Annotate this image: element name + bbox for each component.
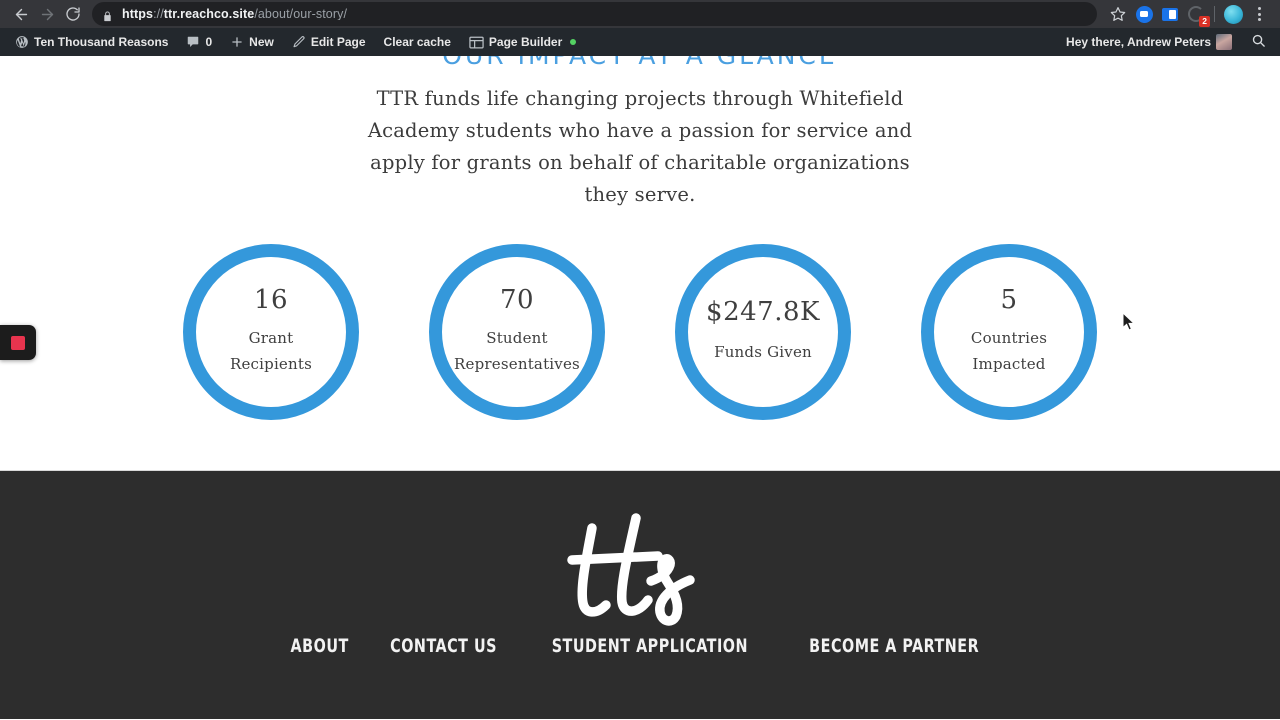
footer-link-about[interactable]: ABOUT <box>290 635 348 657</box>
page-builder-icon <box>469 36 484 49</box>
comment-bubble-icon <box>186 35 200 49</box>
stat-label: Funds Given <box>714 343 812 361</box>
profile-avatar-icon[interactable] <box>1220 1 1246 27</box>
wordpress-logo-icon <box>15 35 29 49</box>
stat-value: 70 <box>499 285 535 315</box>
admin-bar-clear-cache-label: Clear cache <box>383 35 451 49</box>
star-icon[interactable] <box>1105 1 1131 27</box>
url-text: https://ttr.reachco.site/about/our-story… <box>122 8 347 21</box>
stat-circle-countries-impacted: 5 Countries Impacted <box>921 244 1097 420</box>
address-bar[interactable]: https://ttr.reachco.site/about/our-story… <box>92 2 1097 26</box>
stat-value: 16 <box>253 285 289 315</box>
stat-circle-student-representatives: 70 Student Representatives <box>429 244 605 420</box>
stat-value: 5 <box>1000 285 1018 315</box>
video-extension-icon[interactable] <box>1131 1 1157 27</box>
page-section-heading: OUR IMPACT AT A GLANCE <box>0 56 1280 69</box>
forward-arrow-icon[interactable] <box>34 1 60 27</box>
search-icon <box>1251 33 1266 51</box>
admin-bar-page-builder-label: Page Builder <box>488 35 563 49</box>
lock-icon <box>102 9 113 21</box>
toolbar-divider <box>1214 6 1215 22</box>
url-host: ttr.reachco.site <box>163 7 255 21</box>
reload-icon[interactable] <box>60 1 86 27</box>
site-footer: ABOUT CONTACT US STUDENT APPLICATION BEC… <box>0 470 1280 719</box>
plus-icon <box>230 35 244 49</box>
notification-extension-icon[interactable]: 2 <box>1183 1 1210 27</box>
page-builder-status-dot <box>570 39 577 45</box>
admin-bar-search[interactable] <box>1241 33 1272 51</box>
url-path: /about/our-story/ <box>254 7 348 21</box>
admin-bar-comments-count: 0 <box>205 35 213 49</box>
kebab-menu-icon[interactable] <box>1246 1 1272 27</box>
page-content: OUR IMPACT AT A GLANCE TTR funds life ch… <box>0 56 1280 470</box>
admin-bar-site-name: Ten Thousand Reasons <box>34 35 169 49</box>
back-arrow-icon[interactable] <box>8 1 34 27</box>
admin-bar-edit-page[interactable]: Edit Page <box>283 28 375 56</box>
admin-bar-comments[interactable]: 0 <box>177 28 221 56</box>
url-scheme: https <box>122 7 154 21</box>
admin-bar-greeting: Hey there, Andrew Peters <box>1066 35 1211 49</box>
stat-label: Student Representatives <box>454 329 580 373</box>
page-intro-text: TTR funds life changing projects through… <box>367 87 913 206</box>
admin-bar-new[interactable]: New <box>221 28 283 56</box>
wp-admin-bar: Ten Thousand Reasons 0 New Edit Page Cle… <box>0 28 1280 56</box>
ttr-script-logo[interactable] <box>550 504 730 629</box>
stat-circle-funds-given: $247.8K Funds Given <box>675 244 851 420</box>
footer-link-student-application[interactable]: STUDENT APPLICATION <box>552 635 748 657</box>
admin-bar-new-label: New <box>249 35 274 49</box>
admin-bar-clear-cache[interactable]: Clear cache <box>375 28 460 56</box>
bookmark-extension-icon[interactable] <box>1157 1 1183 27</box>
stat-label: Countries Impacted <box>970 329 1048 373</box>
stat-circle-grant-recipients: 16 Grant Recipients <box>183 244 359 420</box>
url-separator: :// <box>153 7 164 21</box>
browser-toolbar: https://ttr.reachco.site/about/our-story… <box>0 0 1280 28</box>
footer-link-contact-us[interactable]: CONTACT US <box>390 635 497 657</box>
admin-bar-my-account[interactable]: Hey there, Andrew Peters <box>1057 28 1241 56</box>
admin-bar-edit-label: Edit Page <box>310 35 366 49</box>
extension-badge-count: 2 <box>1199 15 1210 27</box>
footer-navigation: ABOUT CONTACT US STUDENT APPLICATION BEC… <box>285 635 996 657</box>
admin-bar-page-builder[interactable]: Page Builder <box>460 28 585 56</box>
footer-link-become-a-partner[interactable]: BECOME A PARTNER <box>809 635 979 657</box>
user-avatar-icon <box>1216 34 1232 50</box>
stat-value: $247.8K <box>706 297 820 327</box>
stop-recording-icon[interactable] <box>0 325 36 360</box>
impact-stats-row: 16 Grant Recipients 70 Student Representat… <box>0 244 1280 420</box>
pencil-icon <box>292 35 306 49</box>
admin-bar-site[interactable]: Ten Thousand Reasons <box>6 28 177 56</box>
stat-label: Grant Recipients <box>229 329 313 373</box>
